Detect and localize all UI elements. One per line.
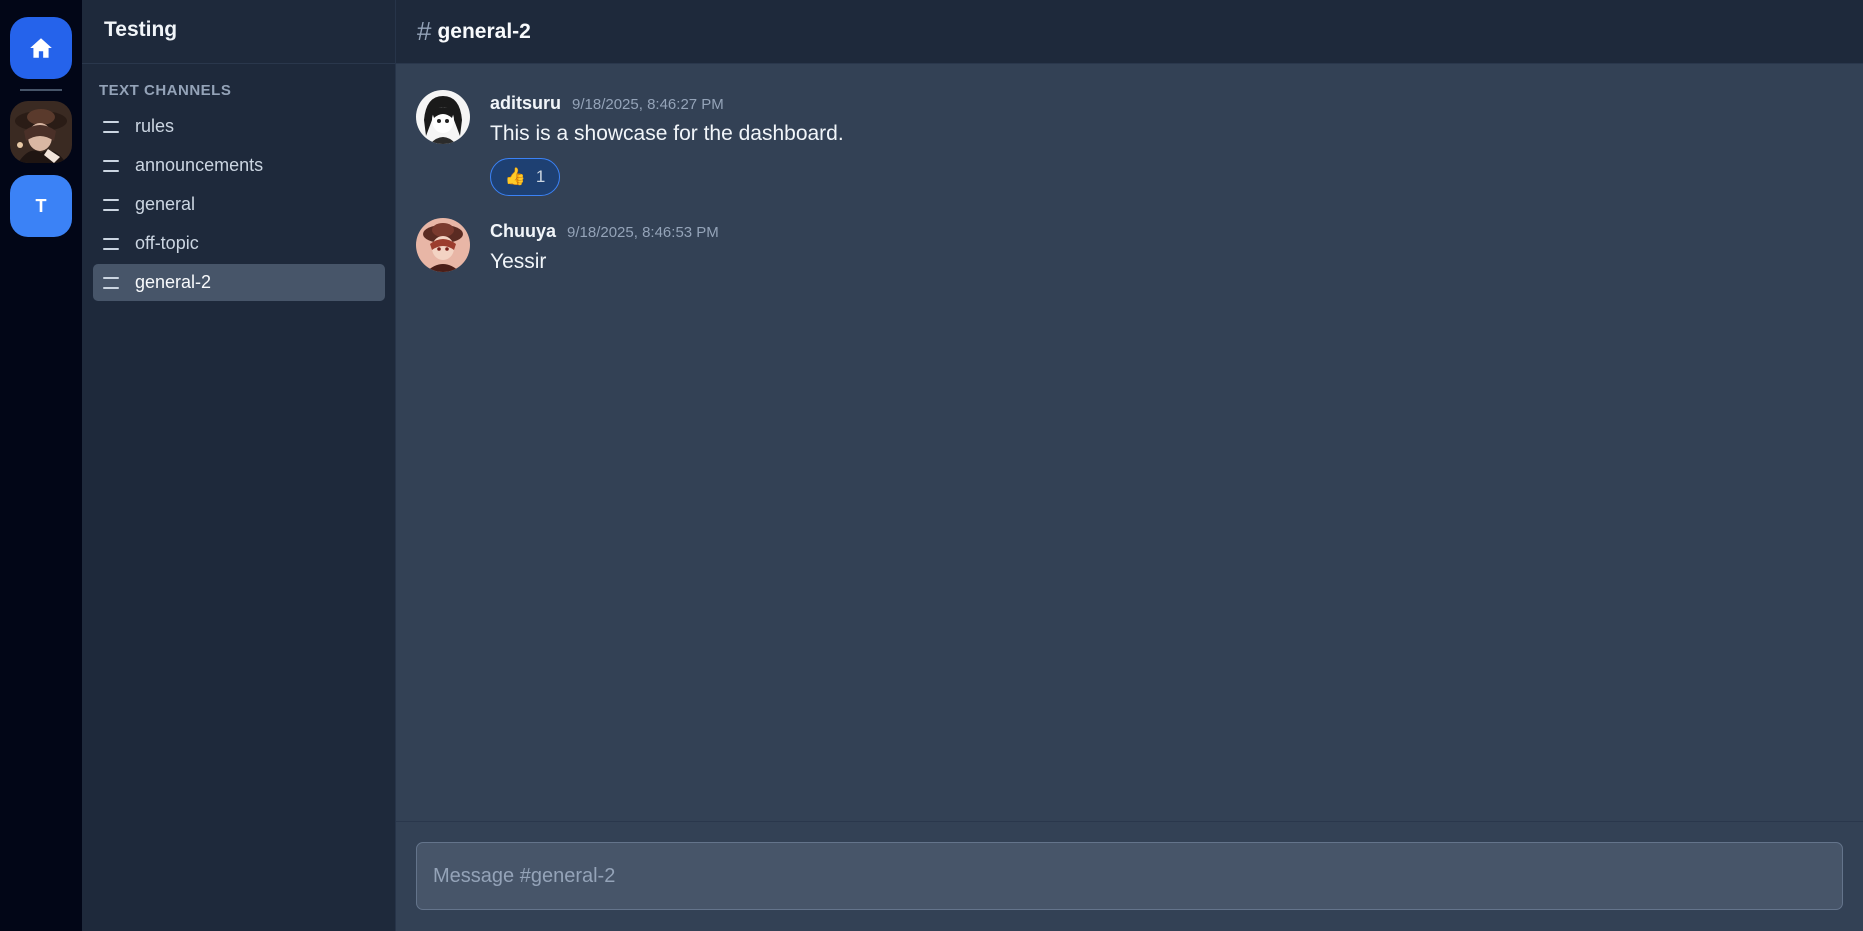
message-timestamp: 9/18/2025, 8:46:27 PM: [572, 96, 724, 113]
message-text: This is a showcase for the dashboard.: [490, 122, 844, 145]
channel-icon: [103, 120, 125, 133]
channel-sidebar: Testing TEXT CHANNELS rules announcement…: [82, 0, 396, 931]
composer-area: [396, 821, 1863, 931]
channel-title: general-2: [437, 19, 531, 43]
server-name[interactable]: Testing: [82, 0, 395, 64]
chat-main: # general-2 aditsuru 9/18/2025, 8:46:27 …: [396, 0, 1863, 931]
channel-announcements[interactable]: announcements: [93, 147, 385, 184]
message-author[interactable]: aditsuru: [490, 93, 561, 114]
channel-icon: [103, 198, 125, 211]
message-body: aditsuru 9/18/2025, 8:46:27 PM This is a…: [490, 90, 844, 196]
avatar[interactable]: [416, 218, 470, 272]
thumbs-up-icon: 👍: [504, 167, 526, 186]
channel-label: announcements: [135, 155, 264, 175]
channel-label: general: [135, 194, 196, 214]
message-timestamp: 9/18/2025, 8:46:53 PM: [567, 224, 719, 241]
reaction-count: 1: [535, 167, 546, 186]
message-header: Chuuya 9/18/2025, 8:46:53 PM: [490, 221, 719, 242]
message-item: aditsuru 9/18/2025, 8:46:27 PM This is a…: [396, 90, 1863, 196]
channel-icon: [103, 159, 125, 172]
channel-list: rules announcements general off-topic ge…: [82, 108, 395, 301]
avatar-image: [416, 90, 470, 144]
message-header: aditsuru 9/18/2025, 8:46:27 PM: [490, 93, 844, 114]
text-channels-heading: TEXT CHANNELS: [99, 82, 232, 99]
hash-icon: #: [417, 16, 432, 46]
server-rail: T: [0, 0, 82, 931]
home-icon: [30, 38, 52, 58]
reaction-thumbs-up[interactable]: 👍 1: [490, 158, 560, 196]
channel-label: off-topic: [135, 233, 199, 253]
channel-label: general-2: [135, 272, 212, 292]
channel-icon: [103, 237, 125, 250]
message-text: Yessir: [490, 250, 547, 273]
channel-general[interactable]: general: [93, 186, 385, 223]
server-icon-testing[interactable]: T: [10, 175, 72, 237]
app-root: T Testing TEXT CHANNELS rules announceme…: [0, 0, 1863, 931]
avatar-image: [416, 218, 470, 272]
channel-off-topic[interactable]: off-topic: [93, 225, 385, 262]
home-button[interactable]: [10, 17, 72, 79]
message-item: Chuuya 9/18/2025, 8:46:53 PM Yessir: [396, 218, 1863, 274]
channel-label: rules: [135, 116, 175, 136]
avatar[interactable]: [416, 90, 470, 144]
rail-divider: [20, 89, 62, 91]
message-author[interactable]: Chuuya: [490, 221, 556, 242]
channel-general-2[interactable]: general-2: [93, 264, 385, 301]
server-letter: T: [35, 195, 47, 216]
message-list: aditsuru 9/18/2025, 8:46:27 PM This is a…: [396, 64, 1863, 821]
server-avatar-image: [10, 101, 72, 163]
message-input[interactable]: [416, 842, 1843, 910]
message-body: Chuuya 9/18/2025, 8:46:53 PM Yessir: [490, 218, 719, 274]
channel-header: # general-2: [396, 0, 1863, 64]
channel-rules[interactable]: rules: [93, 108, 385, 145]
channel-icon: [103, 276, 125, 289]
server-icon-anime[interactable]: [10, 101, 72, 163]
